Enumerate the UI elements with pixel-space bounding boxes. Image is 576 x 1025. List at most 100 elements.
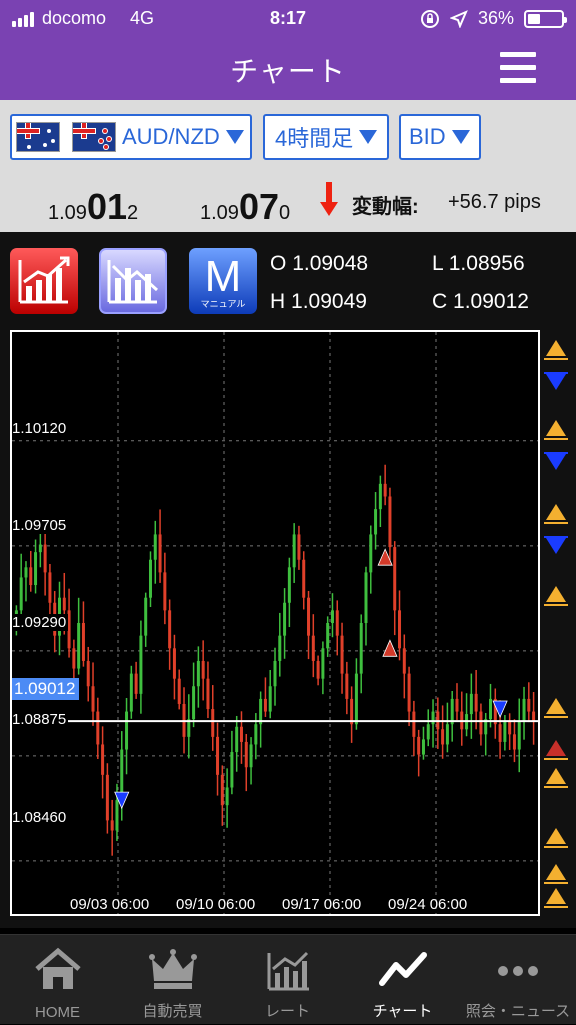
candle-body — [508, 721, 512, 735]
open-price: 1.09048 — [292, 252, 369, 275]
close-label: C — [432, 290, 448, 313]
candle-body — [503, 721, 507, 742]
candle-body — [445, 724, 449, 745]
candle-body — [239, 726, 243, 742]
candle-body — [278, 635, 282, 661]
battery-icon — [524, 9, 567, 28]
new-zealand-flag-icon — [72, 122, 116, 152]
tab-rate[interactable]: レート — [230, 935, 345, 1025]
up-triangle-icon — [546, 504, 566, 520]
candle-body — [72, 648, 76, 669]
marker-line — [544, 358, 568, 360]
orientation-lock-icon — [420, 9, 439, 28]
marker-line — [544, 522, 568, 524]
candle-body — [489, 698, 493, 720]
ohlc-area: M マニュアル O 1.09048 H 1.09049 L 1.08956 C … — [0, 232, 576, 328]
more-dots-icon — [498, 966, 538, 976]
candle-body — [469, 693, 473, 715]
current-price-label: 1.09012 — [12, 678, 80, 700]
candlestick-chart[interactable]: 1.10120 1.09705 1.09290 1.08875 1.08460 … — [10, 330, 540, 916]
candle-body — [388, 496, 392, 548]
tab-auto-trade[interactable]: 自動売買 — [115, 935, 230, 1025]
candle-body — [48, 572, 52, 603]
candle-body — [206, 678, 210, 710]
candle-body — [512, 734, 516, 750]
selector-bar: AUD/NZD 4時間足 BID — [0, 100, 576, 174]
up-triangle-icon — [546, 828, 566, 844]
candle-body — [316, 660, 320, 679]
candle-body — [148, 559, 152, 598]
candle-body — [168, 610, 172, 649]
candle-body — [407, 673, 411, 712]
up-triangle-icon — [546, 888, 566, 904]
candle-body — [129, 673, 133, 712]
bid-price-fraction: 2 — [126, 202, 139, 224]
trend-chart-button[interactable] — [10, 248, 78, 314]
high-label: H — [270, 290, 286, 313]
candle-body — [134, 673, 138, 694]
candle-body — [498, 724, 502, 742]
candle-body — [417, 736, 421, 755]
price-type-select[interactable]: BID — [399, 114, 481, 160]
candle-body — [421, 739, 425, 755]
candle-body — [34, 552, 38, 586]
candle-body — [359, 623, 363, 674]
candle-body — [192, 686, 196, 720]
manual-trade-button[interactable]: M マニュアル — [189, 248, 257, 314]
tab-home[interactable]: HOME — [0, 935, 115, 1025]
candle-body — [158, 534, 162, 573]
candle-body — [412, 711, 416, 737]
up-triangle-icon — [546, 586, 566, 602]
candle-body — [263, 698, 267, 712]
ask-price: 1.09 07 0 — [200, 186, 290, 228]
candle-body — [340, 635, 344, 674]
status-right: 36% — [420, 8, 567, 29]
candle-body — [230, 752, 234, 788]
close-price: 1.09012 — [453, 290, 529, 313]
candle-body — [402, 648, 406, 674]
ask-price-fraction: 0 — [278, 202, 291, 224]
candle-body — [19, 577, 23, 611]
chevron-down-icon — [359, 130, 378, 144]
timeframe-select[interactable]: 4時間足 — [263, 114, 389, 160]
indicator-button[interactable] — [99, 248, 167, 314]
ask-price-pips: 07 — [238, 186, 279, 227]
candle-body — [431, 711, 435, 725]
quote-bar: 1.09 01 2 1.09 07 0 変動幅: +56.7 pips — [0, 174, 576, 232]
tab-news[interactable]: 照会・ニュース — [460, 935, 576, 1025]
candle-body — [393, 547, 397, 611]
marker-line — [544, 604, 568, 606]
candle-body — [369, 534, 373, 573]
candle-body — [225, 787, 229, 806]
candle-body — [455, 698, 459, 712]
candle-body — [144, 597, 148, 636]
tab-chart[interactable]: チャート — [345, 935, 460, 1025]
marker-line — [544, 906, 568, 908]
chevron-down-icon — [225, 130, 244, 144]
candle-body — [211, 709, 215, 737]
candle-body — [77, 623, 81, 669]
marker-line — [544, 438, 568, 440]
chevron-down-icon — [451, 130, 470, 144]
candle-body — [249, 744, 253, 768]
bid-price: 1.09 01 2 — [48, 186, 138, 228]
manual-label: マニュアル — [200, 299, 246, 309]
candle-body — [441, 729, 445, 745]
buy-signal-marker — [382, 639, 398, 657]
currency-pair-select[interactable]: AUD/NZD — [10, 114, 252, 160]
candle-body — [201, 660, 205, 679]
down-triangle-icon — [546, 374, 566, 390]
arrow-down-icon — [320, 182, 338, 218]
currency-pair-label: AUD/NZD — [122, 124, 220, 149]
hamburger-menu-icon[interactable] — [500, 52, 536, 84]
high-price: 1.09049 — [291, 290, 367, 313]
change-value: +56.7 pips — [448, 191, 541, 213]
manual-letter: M — [204, 252, 242, 301]
home-icon — [34, 947, 81, 989]
candle-body — [479, 711, 483, 735]
change-label: 変動幅: — [352, 196, 419, 218]
candle-body — [86, 660, 90, 687]
candle-body — [139, 635, 143, 694]
bid-price-pips: 01 — [86, 186, 127, 227]
up-triangle-icon — [546, 420, 566, 436]
